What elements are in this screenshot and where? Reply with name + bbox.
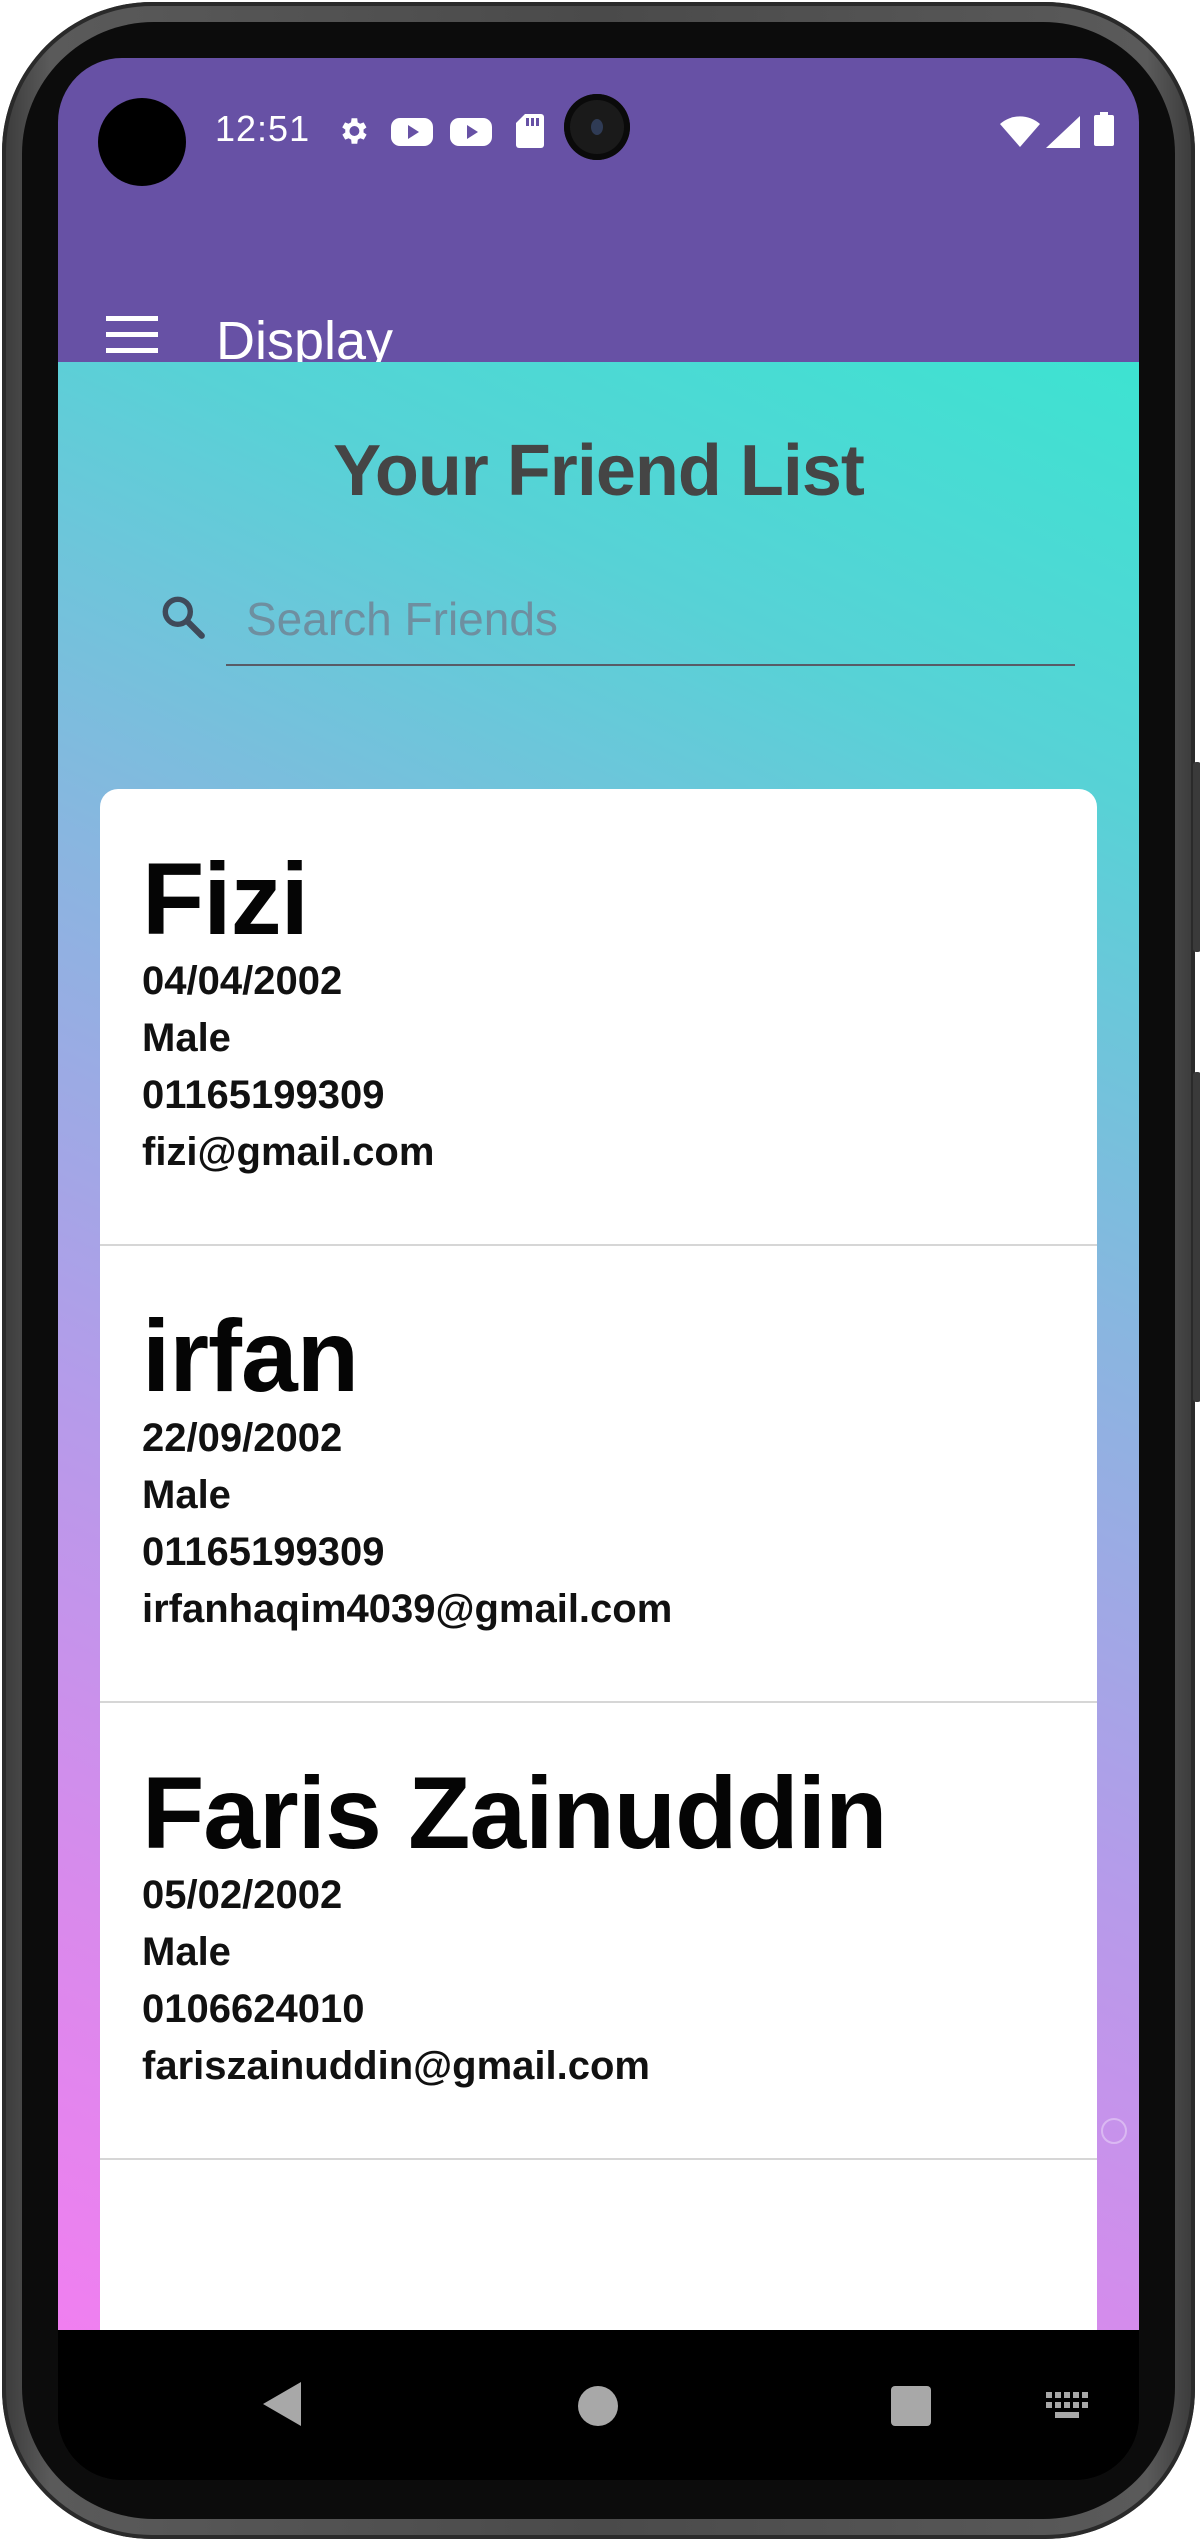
friend-dob: 22/09/2002 (142, 1416, 343, 1460)
friend-name: Fizi (142, 842, 309, 956)
friend-dob: 05/02/2002 (142, 1873, 343, 1917)
friend-item[interactable]: irfan 22/09/2002 Male 01165199309 irfanh… (100, 1246, 1097, 1703)
navigation-bar (58, 2330, 1139, 2480)
search-icon (162, 596, 205, 639)
camera-cutout (98, 98, 186, 186)
watermark-logo (1101, 2118, 1127, 2144)
settings-icon (342, 118, 367, 144)
status-bar: 12:51 (58, 58, 1139, 198)
friend-name: Faris Zainuddin (142, 1756, 887, 1870)
friend-gender: Male (142, 1473, 231, 1517)
search-input[interactable] (226, 574, 1075, 666)
toolbar: Display (58, 258, 1139, 371)
volume-button (1193, 1072, 1200, 1402)
friend-email: irfanhaqim4039@gmail.com (142, 1587, 673, 1631)
wifi-icon (1000, 116, 1040, 147)
friend-email: fariszainuddin@gmail.com (142, 2044, 650, 2088)
friend-phone: 01165199309 (142, 1073, 385, 1117)
search-bar (158, 574, 1075, 674)
youtube-icon (450, 118, 492, 146)
friend-name: irfan (142, 1299, 359, 1413)
signal-icon (1046, 116, 1080, 148)
battery-icon (1094, 112, 1114, 146)
friend-item[interactable]: Faris Zainuddin 05/02/2002 Male 01066240… (100, 1703, 1097, 2160)
keyboard-icon[interactable] (1046, 2392, 1090, 2420)
power-button (1193, 762, 1200, 952)
screen: 12:51 Display Your Friend List Search Fr… (58, 58, 1139, 2480)
status-time: 12:51 (215, 108, 311, 149)
friend-list: Fizi 04/04/2002 Male 01165199309 fizi@gm… (100, 789, 1097, 2351)
recents-icon[interactable] (891, 2386, 931, 2426)
friend-gender: Male (142, 1016, 231, 1060)
friend-phone: 0106624010 (142, 1987, 365, 2031)
friend-dob: 04/04/2002 (142, 959, 343, 1003)
friend-gender: Male (142, 1930, 231, 1974)
friend-phone: 01165199309 (142, 1530, 385, 1574)
youtube-icon (391, 118, 433, 146)
page-title: Your Friend List (333, 431, 865, 511)
friend-email: fizi@gmail.com (142, 1130, 435, 1174)
friend-item[interactable]: Fizi 04/04/2002 Male 01165199309 fizi@gm… (100, 789, 1097, 1246)
menu-icon[interactable] (106, 316, 158, 356)
app-bar: 12:51 Display (58, 58, 1139, 371)
friend-list-page: Your Friend List Fizi 04/04/2002 Male 01… (58, 362, 1139, 2351)
sd-card-icon (516, 114, 544, 148)
back-icon[interactable] (263, 2382, 301, 2426)
home-icon[interactable] (578, 2386, 618, 2426)
front-camera (564, 94, 630, 160)
